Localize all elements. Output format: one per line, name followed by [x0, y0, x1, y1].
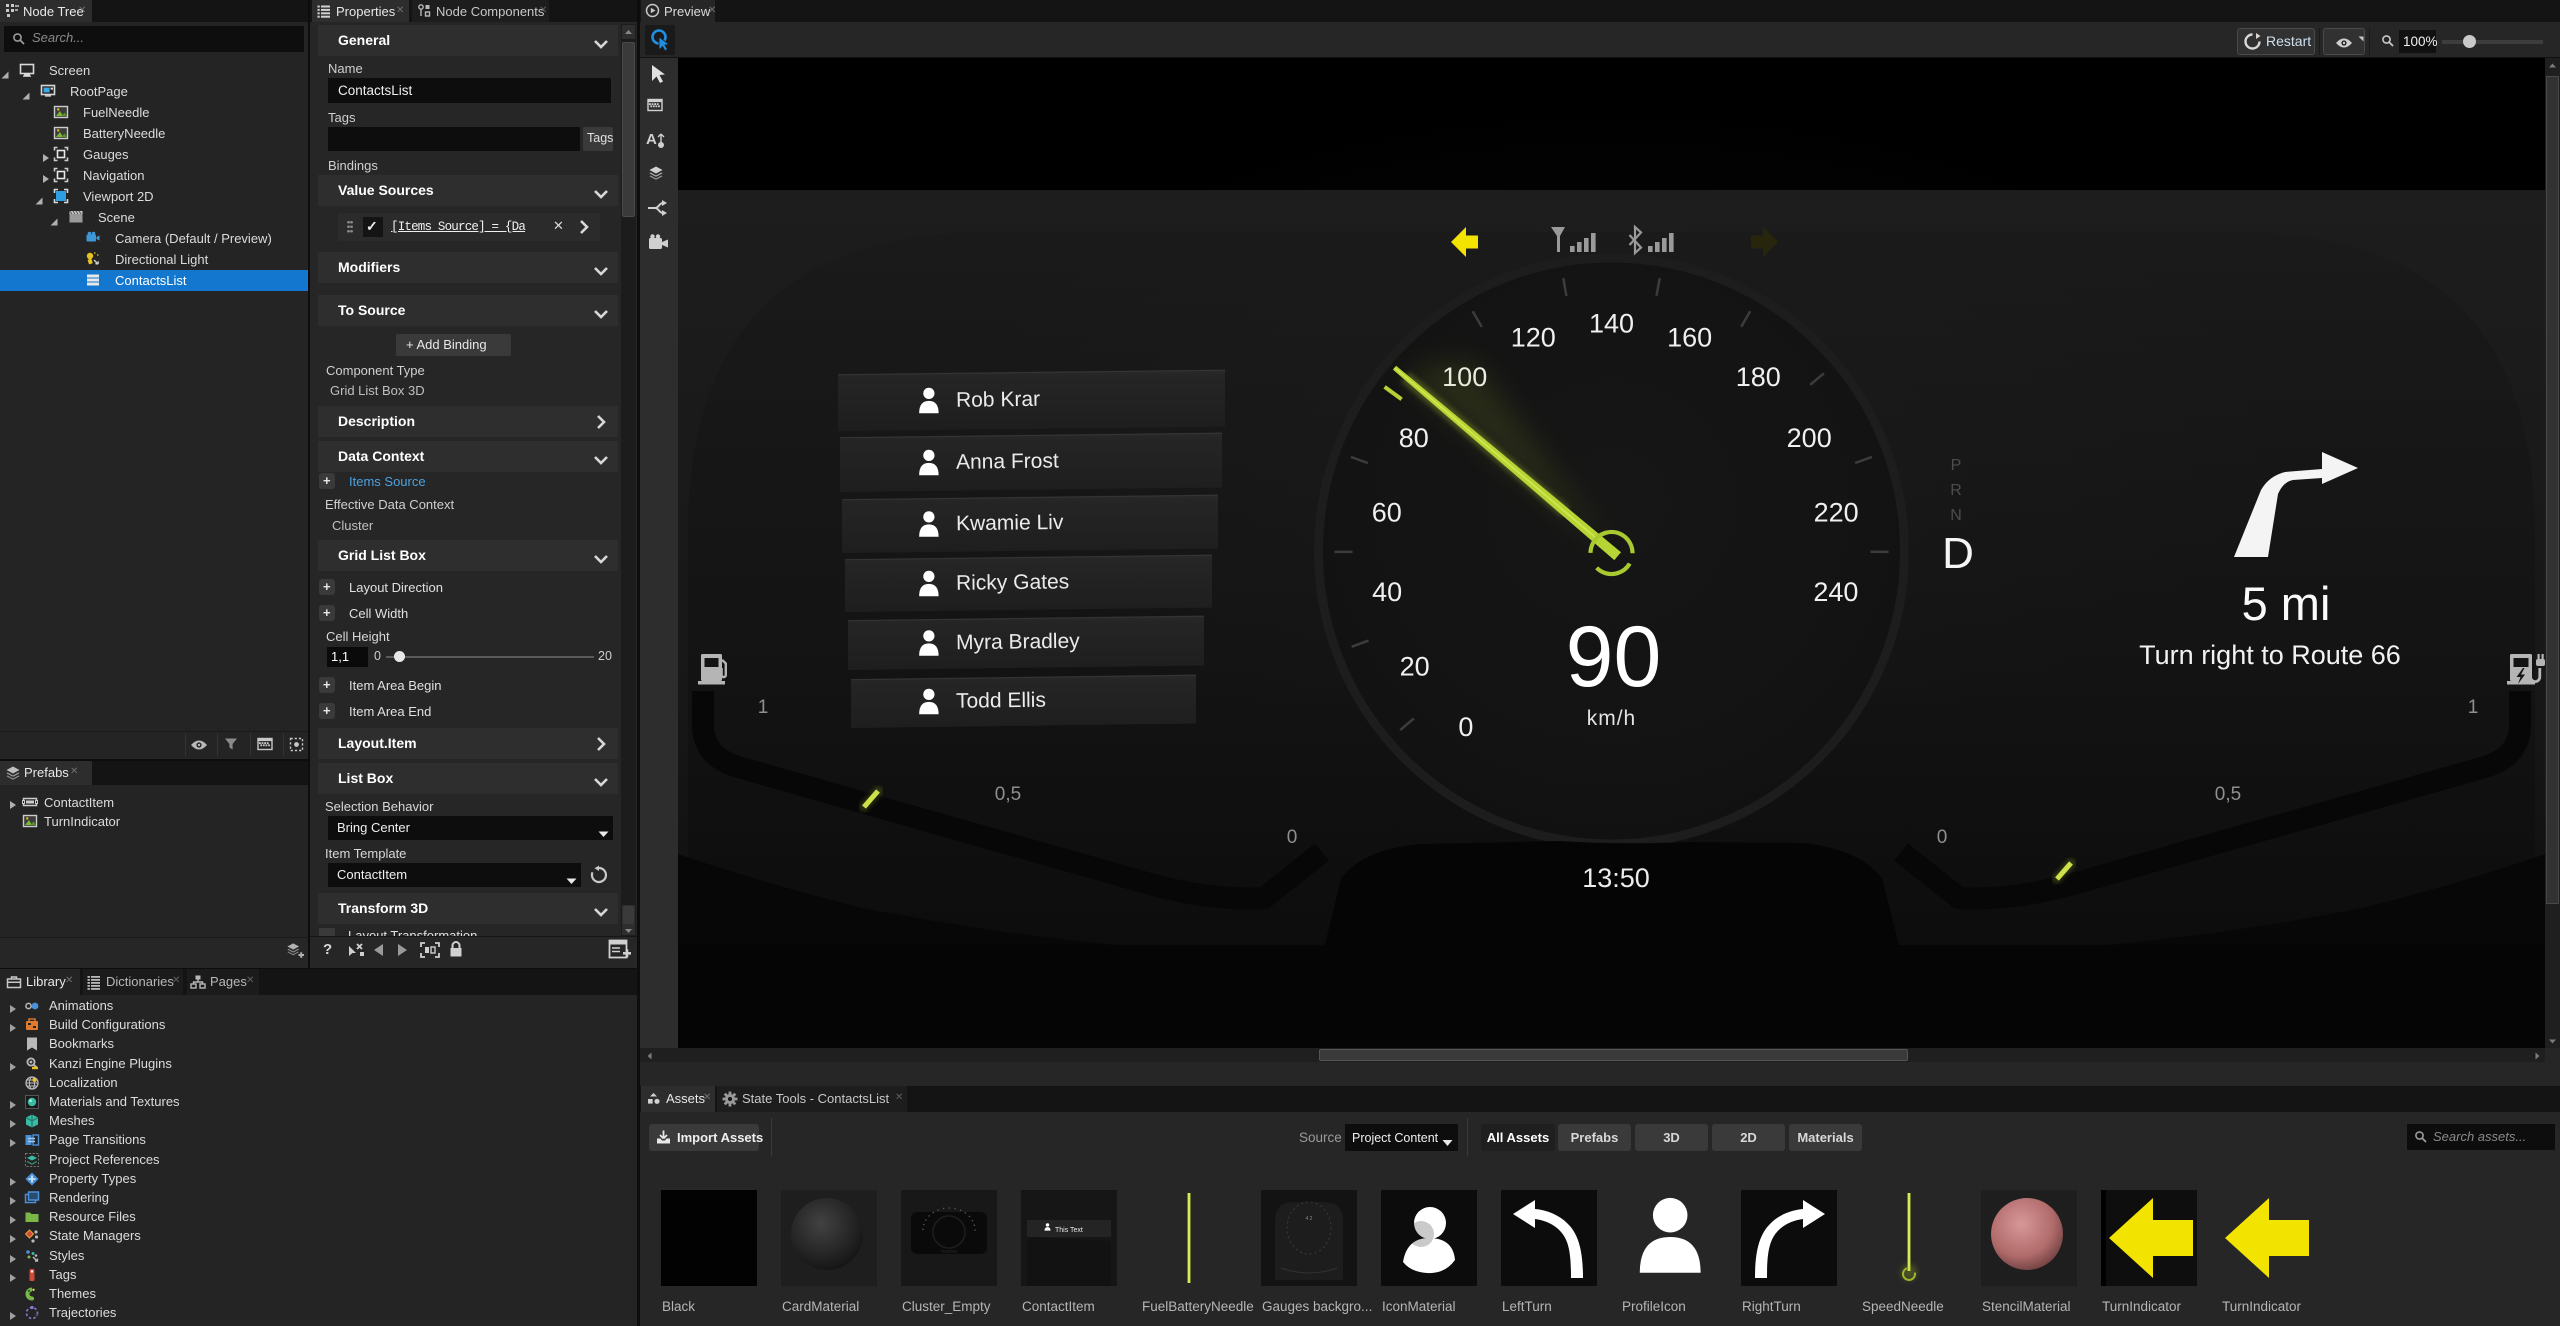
svg-text:90: 90 — [1566, 609, 1662, 705]
svg-text:80: 80 — [1399, 423, 1429, 453]
svg-text:220: 220 — [1814, 498, 1859, 528]
svg-text:This Text: This Text — [1055, 1227, 1083, 1234]
svg-text:180: 180 — [1736, 362, 1781, 392]
svg-text:0: 0 — [1937, 827, 1948, 848]
svg-text:13:50: 13:50 — [1582, 863, 1650, 893]
svg-text:140: 140 — [1589, 309, 1634, 339]
svg-text:60: 60 — [1372, 498, 1402, 528]
svg-text:km/h: km/h — [1587, 707, 1637, 730]
svg-text:240: 240 — [1813, 577, 1858, 607]
svg-text:Anna Frost: Anna Frost — [956, 449, 1059, 473]
svg-text:0,5: 0,5 — [2215, 784, 2241, 805]
svg-text:Kwamie Liv: Kwamie Liv — [956, 511, 1064, 535]
svg-text:D: D — [1942, 529, 1974, 578]
svg-text:120: 120 — [1511, 322, 1556, 352]
svg-text:20: 20 — [1400, 651, 1430, 681]
svg-text:Todd Ellis: Todd Ellis — [956, 689, 1046, 713]
svg-text:A: A — [646, 131, 657, 148]
svg-text:Rob Krar: Rob Krar — [956, 388, 1040, 412]
svg-text:R: R — [1950, 482, 1962, 499]
svg-text:40: 40 — [1372, 577, 1402, 607]
svg-text:200: 200 — [1787, 423, 1832, 453]
svg-text:4 2: 4 2 — [1306, 1216, 1313, 1222]
svg-text:0,5: 0,5 — [995, 784, 1021, 805]
svg-text:Turn right to Route 66: Turn right to Route 66 — [2139, 640, 2401, 670]
svg-text:P: P — [1951, 457, 1962, 474]
svg-text:1: 1 — [758, 697, 769, 718]
svg-text:0: 0 — [1287, 827, 1298, 848]
svg-text:N: N — [1950, 507, 1962, 524]
svg-text:160: 160 — [1667, 322, 1712, 352]
svg-text:1: 1 — [2468, 697, 2479, 718]
svg-text:0: 0 — [1458, 712, 1473, 742]
svg-text:Ricky Gates: Ricky Gates — [956, 570, 1069, 594]
svg-text:Myra Bradley: Myra Bradley — [956, 630, 1080, 655]
svg-text:5 mi: 5 mi — [2242, 577, 2331, 630]
